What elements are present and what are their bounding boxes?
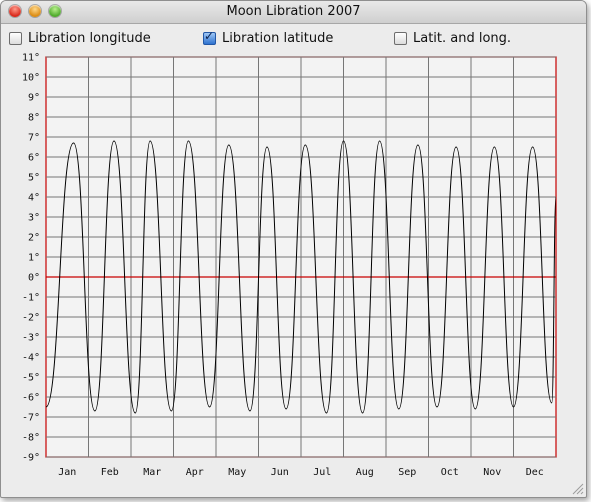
month-tick-label: Oct — [441, 467, 459, 478]
y-axis-tick-label: 10° — [22, 73, 40, 84]
month-tick-label: Nov — [483, 467, 501, 478]
y-axis-tick-label: 3° — [28, 213, 40, 224]
y-axis-tick-label: 7° — [28, 133, 40, 144]
month-tick-label: Dec — [526, 467, 544, 478]
libration-latitude-checkbox-box[interactable] — [203, 29, 216, 45]
month-tick-label: Mar — [143, 467, 161, 478]
y-axis-tick-label: -2° — [22, 313, 40, 324]
libration-chart-area: 11° 10° 9° 8° 7° 6° 5° 4° 3° 2° 1° 0° -1° -2° -3° -4° -5… — [1, 51, 586, 497]
y-axis-tick-label: 2° — [28, 233, 40, 244]
y-axis-tick-label: 11° — [22, 53, 40, 64]
y-axis-tick-label: 4° — [28, 193, 40, 204]
y-axis-tick-label: -9° — [22, 453, 40, 464]
y-axis-tick-label: 9° — [28, 93, 40, 104]
month-tick-label: Jan — [58, 467, 76, 478]
y-axis-tick-label: 1° — [28, 253, 40, 264]
y-axis-tick-label: -7° — [22, 413, 40, 424]
title-bar: Moon Libration 2007 — [1, 1, 586, 24]
y-axis-tick-label: 5° — [28, 173, 40, 184]
month-tick-label: Aug — [356, 467, 374, 478]
libration-longitude-checkbox-box[interactable] — [9, 31, 22, 45]
month-tick-label: Sep — [398, 467, 416, 478]
libration-longitude-checkbox[interactable]: Libration longitude — [9, 30, 151, 46]
month-tick-label: Apr — [186, 467, 204, 478]
y-axis-tick-label: -3° — [22, 333, 40, 344]
y-axis-tick-label: -6° — [22, 393, 40, 404]
libration-latitude-label: Libration latitude — [222, 30, 334, 46]
y-axis-tick-label: 6° — [28, 153, 40, 164]
display-options: Libration longitude Libration latitude L… — [1, 24, 586, 51]
y-axis-tick-label: 0° — [28, 273, 40, 284]
y-axis-tick-label: 8° — [28, 113, 40, 124]
month-tick-label: May — [228, 467, 246, 478]
app-window: Moon Libration 2007 Libration longitude … — [0, 0, 587, 498]
month-tick-label: Jun — [271, 467, 289, 478]
y-axis-tick-label: -1° — [22, 293, 40, 304]
libration-longitude-label: Libration longitude — [28, 30, 151, 46]
libration-chart: 11° 10° 9° 8° 7° 6° 5° 4° 3° 2° 1° 0° -1° -2° -3° -4° -5… — [22, 53, 557, 478]
libration-latitude-checkbox[interactable]: Libration latitude — [203, 29, 334, 46]
latitude-and-longitude-label: Latit. and long. — [413, 30, 512, 46]
month-tick-label: Jul — [313, 467, 331, 478]
latitude-and-longitude-checkbox-box[interactable] — [394, 31, 407, 45]
y-axis-tick-label: -4° — [22, 353, 40, 364]
window-title: Moon Libration 2007 — [226, 4, 361, 19]
resize-grip-icon[interactable] — [570, 481, 584, 495]
latitude-and-longitude-checkbox[interactable]: Latit. and long. — [394, 30, 511, 46]
y-axis-tick-label: -5° — [22, 373, 40, 384]
y-axis-tick-label: -8° — [22, 433, 40, 444]
month-tick-label: Feb — [101, 467, 119, 478]
